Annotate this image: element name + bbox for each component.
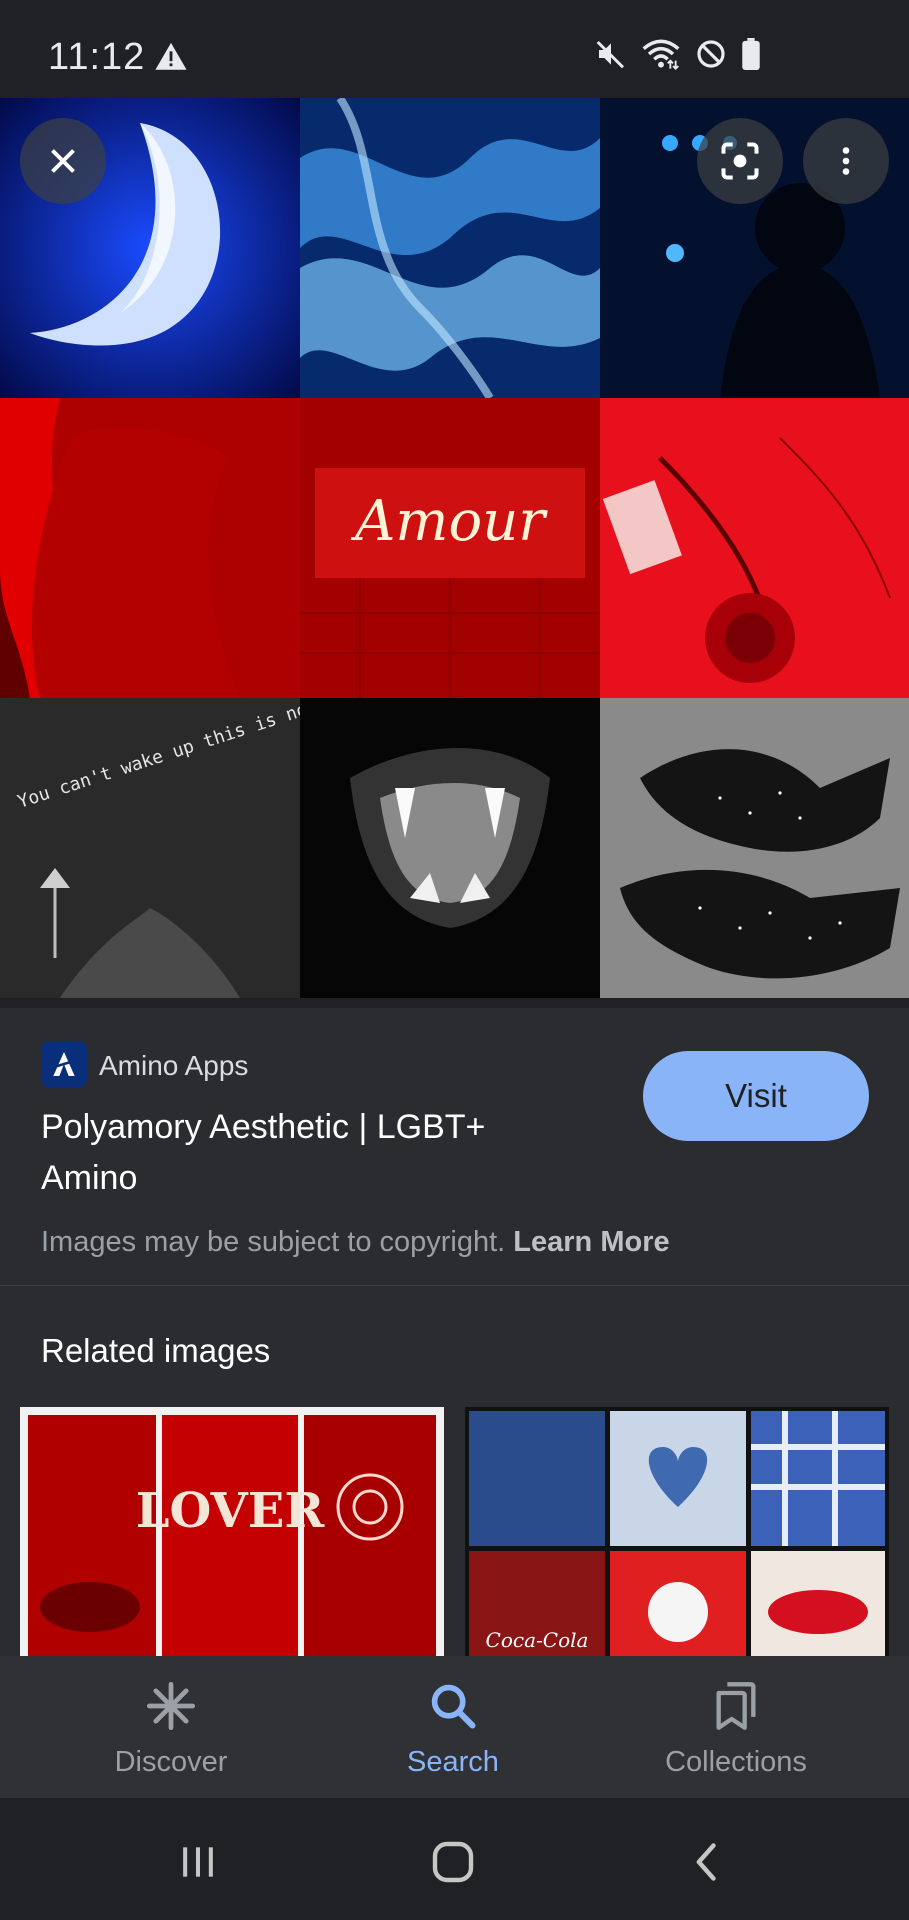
- related-images-heading: Related images: [41, 1332, 271, 1369]
- google-lens-icon: [721, 142, 759, 180]
- warning-icon: [155, 42, 187, 70]
- back-icon: [696, 1843, 716, 1881]
- nav-label-search: Search: [407, 1746, 499, 1778]
- nav-label-discover: Discover: [114, 1746, 228, 1778]
- collage-tile-animal-fangs: [300, 698, 600, 998]
- collage-tile-dream-road: You can't wake up this is not a dream: [0, 698, 300, 998]
- nav-item-discover[interactable]: Discover: [51, 1680, 291, 1779]
- visit-button[interactable]: Visit: [643, 1051, 869, 1141]
- source-name[interactable]: Amino Apps: [99, 1050, 248, 1082]
- wifi-icon: [642, 39, 680, 70]
- back-button[interactable]: [678, 1832, 738, 1892]
- status-bar: 11:12: [0, 0, 909, 98]
- image-collage[interactable]: Amour You can't wake up this is not a dr…: [0, 98, 909, 1008]
- lover-text: LOVER: [136, 1483, 326, 1539]
- amour-neon-text: Amour: [350, 489, 548, 554]
- more-options-button[interactable]: [803, 118, 889, 204]
- copyright-text: Images may be subject to copyright.: [41, 1226, 506, 1258]
- collage-tile-amour-neon: Amour: [300, 398, 600, 698]
- home-icon: [432, 1841, 474, 1883]
- collage-tile-waves: [300, 98, 600, 398]
- status-time: 11:12: [48, 36, 146, 78]
- nav-item-search[interactable]: Search: [333, 1680, 573, 1779]
- collage-tile-red-rose: [600, 398, 909, 698]
- status-icons: [595, 38, 761, 70]
- more-vert-icon: [842, 147, 850, 175]
- copyright-notice: Images may be subject to copyright. Lear…: [41, 1226, 670, 1259]
- page-title[interactable]: Polyamory Aesthetic | LGBT+ Amino: [41, 1102, 581, 1204]
- coca-cola-text: Coca-Cola: [486, 1628, 589, 1652]
- recents-icon: [183, 1847, 213, 1877]
- asterisk-icon: [146, 1681, 196, 1731]
- do-not-disturb-icon: [697, 40, 725, 68]
- related-image-lover[interactable]: LOVER: [20, 1407, 444, 1657]
- google-lens-button[interactable]: [697, 118, 783, 204]
- amino-logo-icon: [41, 1041, 87, 1087]
- collage-tile-glitter-hands: [600, 698, 909, 998]
- search-icon: [431, 1684, 476, 1729]
- battery-icon: [742, 38, 760, 70]
- close-icon: [51, 149, 75, 173]
- collections-icon: [716, 1682, 756, 1730]
- related-image-americana[interactable]: Coca-Cola: [465, 1407, 889, 1657]
- collage-tile-red-figure: [0, 398, 300, 698]
- mute-icon: [596, 40, 625, 69]
- learn-more-link[interactable]: Learn More: [513, 1226, 669, 1258]
- nav-item-collections[interactable]: Collections: [616, 1680, 856, 1779]
- recents-button[interactable]: [168, 1832, 228, 1892]
- nav-label-collections: Collections: [665, 1746, 807, 1778]
- home-button[interactable]: [423, 1832, 483, 1892]
- close-button[interactable]: [20, 118, 106, 204]
